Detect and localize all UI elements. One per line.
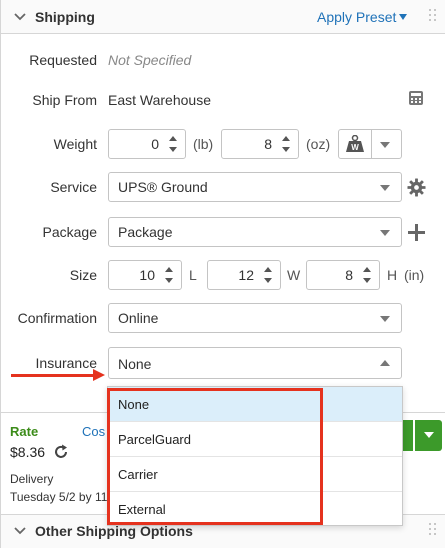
calculator-icon[interactable] <box>408 90 424 106</box>
weight-lb-input[interactable]: 0 <box>108 129 186 159</box>
size-unit: (in) <box>404 267 425 283</box>
drag-handle-icon[interactable] <box>429 523 437 539</box>
section-title: Shipping <box>35 9 95 25</box>
caret-down-icon <box>424 432 434 438</box>
length-unit: L <box>189 267 197 283</box>
size-width-value: 12 <box>238 267 254 283</box>
rate-label: Rate <box>10 424 39 439</box>
caret-down-icon[interactable] <box>380 142 390 148</box>
chevron-down-icon[interactable] <box>13 10 27 24</box>
caret-down-icon <box>380 230 390 236</box>
cost-link[interactable]: Cos <box>82 424 105 439</box>
insurance-label: Insurance <box>35 355 97 371</box>
ship-from-value: East Warehouse <box>108 92 211 108</box>
requested-value: Not Specified <box>108 52 192 68</box>
confirmation-value: Online <box>118 310 159 326</box>
delivery-value: Tuesday 5/2 by 11 <box>10 490 108 504</box>
weight-oz-input[interactable]: 8 <box>221 129 299 159</box>
drag-handle-icon[interactable] <box>429 9 437 25</box>
service-value: UPS® Ground <box>118 179 208 195</box>
annotation-arrow-line <box>11 374 95 377</box>
delivery-label: Delivery <box>10 472 54 486</box>
size-length-input[interactable]: 10 <box>108 260 182 290</box>
insurance-value: None <box>118 356 152 372</box>
ship-from-label: Ship From <box>32 92 97 108</box>
size-height-value: 8 <box>345 267 353 283</box>
height-unit: H <box>387 267 398 283</box>
weight-lb-value: 0 <box>151 136 159 152</box>
service-select[interactable]: UPS® Ground <box>108 172 402 202</box>
refresh-icon[interactable] <box>53 444 69 460</box>
lb-unit: (lb) <box>193 136 214 152</box>
package-select[interactable]: Package <box>108 217 402 247</box>
package-value: Package <box>118 224 173 240</box>
annotation-highlight-box <box>107 388 323 525</box>
stepper-icon[interactable] <box>282 136 290 154</box>
size-width-input[interactable]: 12 <box>207 260 281 290</box>
stepper-icon[interactable] <box>165 267 173 285</box>
rate-value: $8.36 <box>10 444 46 460</box>
width-unit: W <box>287 267 301 283</box>
shipping-panel: Shipping Apply Preset Requested Not Spec… <box>0 0 445 548</box>
size-label: Size <box>69 267 97 283</box>
confirmation-label: Confirmation <box>17 310 97 326</box>
stepper-icon[interactable] <box>363 267 371 285</box>
scale-weight-icon: W <box>346 135 364 152</box>
svg-text:W: W <box>351 143 359 152</box>
caret-down-icon <box>380 185 390 191</box>
plus-icon[interactable] <box>408 224 425 241</box>
annotation-arrow-icon <box>93 369 105 381</box>
shipping-header[interactable]: Shipping Apply Preset <box>1 0 445 34</box>
requested-label: Requested <box>29 52 97 68</box>
insurance-select[interactable]: None <box>108 347 402 379</box>
weight-oz-value: 8 <box>264 136 272 152</box>
confirmation-select[interactable]: Online <box>108 303 402 333</box>
stepper-icon[interactable] <box>264 267 272 285</box>
scale-button[interactable]: W <box>338 129 402 159</box>
caret-up-icon <box>380 360 390 366</box>
create-label-dropdown-button[interactable] <box>415 420 442 451</box>
size-length-value: 10 <box>139 267 155 283</box>
size-height-input[interactable]: 8 <box>306 260 380 290</box>
caret-down-icon[interactable] <box>399 14 407 20</box>
package-label: Package <box>42 224 97 240</box>
gear-icon[interactable] <box>407 178 426 197</box>
apply-preset-link[interactable]: Apply Preset <box>317 9 396 25</box>
chevron-down-icon[interactable] <box>13 524 27 538</box>
stepper-icon[interactable] <box>169 136 177 154</box>
service-label: Service <box>50 179 97 195</box>
oz-unit: (oz) <box>306 136 331 152</box>
weight-label: Weight <box>53 136 97 152</box>
caret-down-icon <box>380 316 390 322</box>
